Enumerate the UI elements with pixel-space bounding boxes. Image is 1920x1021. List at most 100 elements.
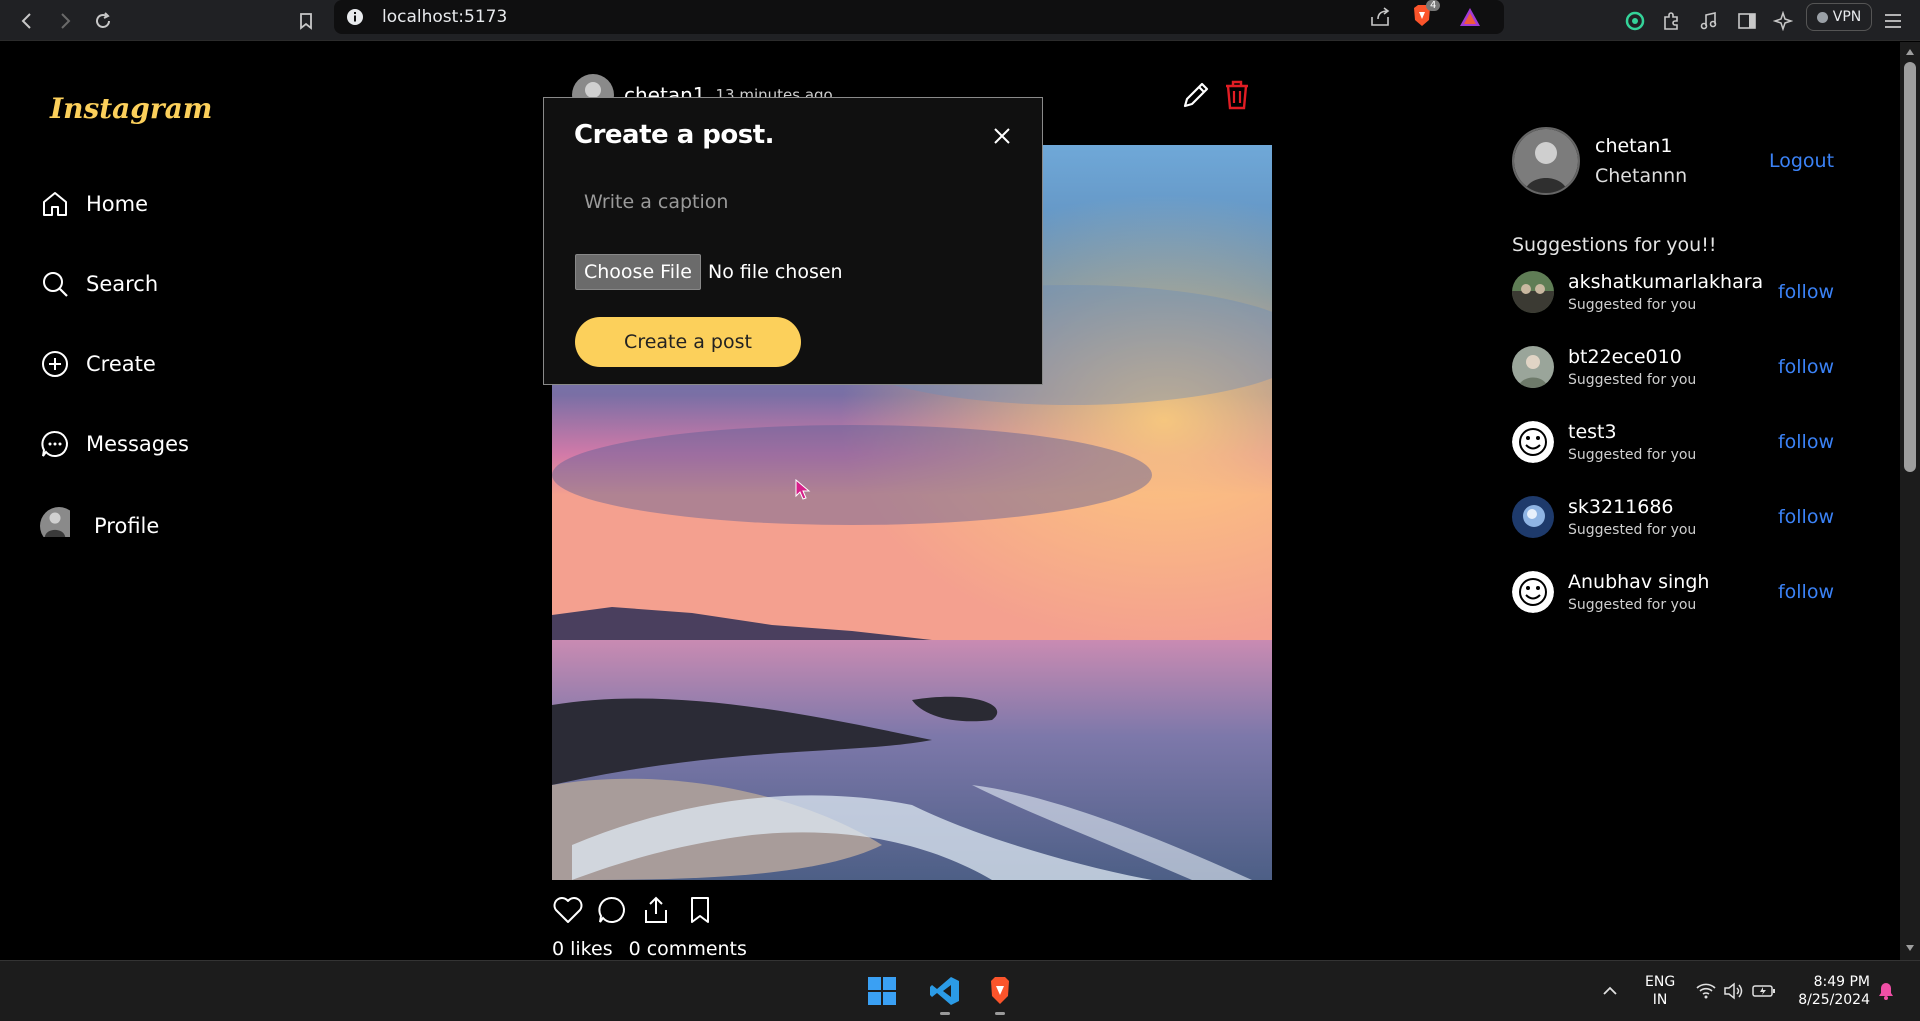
language-code: ENG (1645, 974, 1676, 990)
extensions-puzzle-icon[interactable] (1658, 8, 1684, 34)
sidebar-item-label: Home (86, 192, 149, 216)
smiley-avatar-icon[interactable] (1512, 421, 1554, 463)
scroll-thumb[interactable] (1904, 62, 1916, 472)
likes-count[interactable]: 0 likes (552, 938, 613, 960)
heart-icon[interactable] (552, 894, 584, 926)
suggestion-avatar[interactable] (1512, 496, 1554, 538)
extension-circle-icon[interactable] (1622, 8, 1648, 34)
browser-toolbar: localhost:5173 4 VPN (0, 0, 1920, 41)
clock-date: 8/25/2024 (1798, 992, 1870, 1008)
chat-bubble-icon (41, 430, 68, 457)
smiley-avatar-icon[interactable] (1512, 571, 1554, 613)
choose-file-button[interactable]: Choose File (575, 254, 701, 290)
address-bar[interactable]: localhost:5173 4 (334, 0, 1504, 34)
comments-count[interactable]: 0 comments (629, 938, 747, 960)
battery-icon[interactable] (1744, 971, 1784, 1011)
suggestion-avatar[interactable] (1512, 271, 1554, 313)
file-status: No file chosen (707, 261, 843, 283)
modal-title: Create a post. (574, 120, 775, 150)
sidebar-item-create[interactable]: Create (40, 349, 156, 379)
page-scrollbar[interactable] (1900, 42, 1920, 960)
caption-input[interactable] (574, 179, 1004, 225)
follow-button[interactable]: follow (1778, 356, 1834, 378)
chevron-up-icon[interactable] (1590, 971, 1630, 1011)
suggestion-avatar[interactable] (1512, 346, 1554, 388)
brave-shields-icon[interactable]: 4 (1410, 0, 1441, 30)
suggestion-item: Anubhav singh Suggested for you follow (1512, 571, 1834, 613)
current-user-username[interactable]: chetan1 (1595, 135, 1687, 157)
suggestion-item: akshatkumarlakhara Suggested for you fol… (1512, 271, 1834, 313)
suggestion-item: bt22ece010 Suggested for you follow (1512, 346, 1834, 388)
sidebar-toggle-icon[interactable] (1734, 8, 1760, 34)
vscode-icon[interactable] (925, 971, 965, 1015)
close-icon[interactable] (993, 127, 1011, 145)
media-music-icon[interactable] (1696, 8, 1722, 34)
suggestion-username[interactable]: Anubhav singh (1568, 571, 1709, 593)
suggestion-item: test3 Suggested for you follow (1512, 421, 1834, 463)
post-actions (552, 894, 716, 926)
mouse-cursor-icon (795, 479, 811, 500)
follow-button[interactable]: follow (1778, 581, 1834, 603)
follow-button[interactable]: follow (1778, 431, 1834, 453)
leo-ai-icon[interactable] (1770, 8, 1796, 34)
suggestion-subtitle: Suggested for you (1568, 446, 1697, 463)
follow-button[interactable]: follow (1778, 506, 1834, 528)
reload-icon[interactable] (90, 8, 116, 34)
os-taskbar: ENG IN 8:49 PM 8/25/2024 (0, 960, 1920, 1021)
bookmark-page-icon[interactable] (293, 8, 319, 34)
scroll-up-icon[interactable] (1905, 48, 1915, 56)
forward-icon[interactable] (52, 8, 78, 34)
notification-bell-icon[interactable] (1866, 971, 1906, 1011)
sidebar-item-label: Create (86, 352, 156, 376)
avatar (40, 507, 78, 545)
suggestion-username[interactable]: akshatkumarlakhara (1568, 271, 1763, 293)
post-stats: 0 likes 0 comments (552, 938, 747, 960)
brave-rewards-icon[interactable] (1458, 6, 1482, 28)
scroll-down-icon[interactable] (1905, 944, 1915, 952)
vpn-label: VPN (1832, 9, 1862, 25)
current-user-avatar[interactable] (1512, 127, 1580, 195)
edit-post-icon[interactable] (1180, 79, 1212, 111)
suggestion-username[interactable]: bt22ece010 (1568, 346, 1696, 368)
url-text: localhost:5173 (382, 7, 508, 27)
vpn-button[interactable]: VPN (1806, 3, 1872, 31)
create-post-modal: Create a post. Choose File No file chose… (543, 97, 1043, 385)
menu-icon[interactable] (1880, 8, 1906, 34)
vpn-status-icon (1816, 11, 1828, 23)
suggestion-subtitle: Suggested for you (1568, 521, 1697, 538)
create-post-button[interactable]: Create a post (575, 317, 801, 367)
clock-time: 8:49 PM (1813, 974, 1870, 990)
sidebar-item-label: Search (86, 272, 159, 296)
save-bookmark-icon[interactable] (684, 894, 716, 926)
sidebar-item-label: Messages (86, 432, 189, 456)
home-icon (43, 192, 67, 216)
site-info-icon[interactable] (346, 8, 364, 26)
current-user: chetan1 Chetannn (1512, 127, 1687, 195)
follow-button[interactable]: follow (1778, 281, 1834, 303)
comment-icon[interactable] (596, 894, 628, 926)
delete-post-icon[interactable] (1222, 79, 1252, 111)
clock[interactable]: 8:49 PM 8/25/2024 (1790, 973, 1870, 1009)
suggestion-username[interactable]: sk3211686 (1568, 496, 1696, 518)
suggestion-username[interactable]: test3 (1568, 421, 1696, 443)
region-code: IN (1652, 992, 1668, 1008)
logout-link[interactable]: Logout (1769, 150, 1834, 172)
sidebar-item-profile[interactable]: Profile (40, 507, 159, 545)
app-logo[interactable]: Instagram (50, 92, 212, 125)
sidebar-item-label: Profile (94, 514, 160, 538)
sidebar-item-search[interactable]: Search (40, 269, 158, 299)
brave-browser-icon[interactable] (980, 971, 1020, 1015)
share-post-icon[interactable] (640, 894, 672, 926)
current-user-fullname: Chetannn (1595, 165, 1688, 187)
windows-start-icon[interactable] (862, 971, 902, 1011)
language-indicator[interactable]: ENG IN (1645, 973, 1675, 1009)
plus-circle-icon (42, 351, 68, 377)
sidebar-item-home[interactable]: Home (40, 189, 148, 219)
sidebar-item-messages[interactable]: Messages (40, 429, 189, 459)
instagram-page: Instagram Home Search Create Messages Pr… (0, 42, 1900, 960)
share-icon[interactable] (1370, 7, 1392, 27)
back-icon[interactable] (14, 8, 40, 34)
suggestions-title: Suggestions for you!! (1512, 234, 1717, 256)
suggestion-item: sk3211686 Suggested for you follow (1512, 496, 1834, 538)
search-icon (43, 272, 68, 297)
